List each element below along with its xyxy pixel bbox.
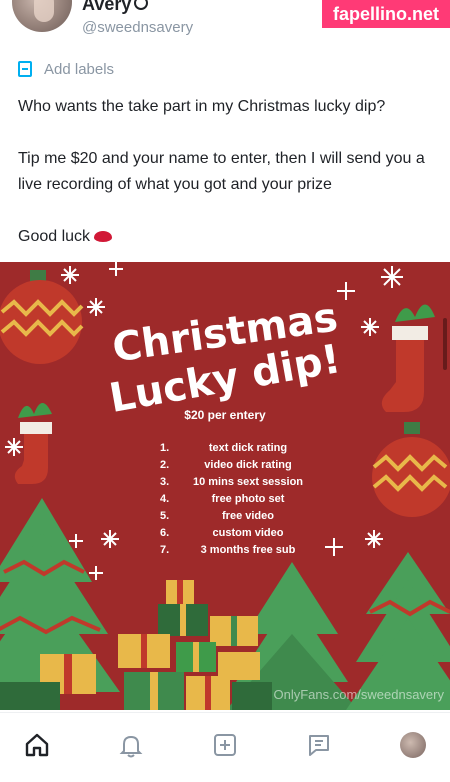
- author-display-name[interactable]: Avery: [82, 0, 131, 15]
- author-avatar[interactable]: [12, 0, 72, 32]
- author-handle[interactable]: @sweednsavery: [82, 19, 193, 36]
- image-watermark: OnlyFans.com/sweednsavery: [273, 687, 444, 702]
- prize-item: 7. 3 months free sub: [160, 544, 296, 556]
- add-post-icon[interactable]: [209, 729, 241, 761]
- post-body: Who wants the take part in my Christmas …: [18, 94, 438, 250]
- post-line-3-text: Good luck: [18, 228, 91, 245]
- messages-icon[interactable]: [303, 729, 335, 761]
- site-watermark: fapellino.net: [322, 0, 450, 28]
- notifications-icon[interactable]: [115, 729, 147, 761]
- prize-list: 1. text dick rating 2. video dick rating 3…: [160, 440, 310, 559]
- home-icon[interactable]: [21, 729, 53, 761]
- kiss-icon: [94, 231, 113, 243]
- scrollbar-thumb[interactable]: [443, 318, 447, 370]
- prize-item: 6. custom video: [160, 527, 284, 539]
- profile-avatar[interactable]: [397, 729, 429, 761]
- prize-item: 1. text dick rating: [160, 442, 288, 454]
- avatar: [400, 732, 426, 758]
- label-icon: [18, 61, 32, 77]
- prize-item: 4. free photo set: [160, 493, 285, 505]
- post-line-1: Who wants the take part in my Christmas …: [18, 98, 386, 115]
- prize-item: 5. free video: [160, 510, 274, 522]
- ornament-right-icon: [372, 422, 450, 517]
- image-price: $20 per entery: [184, 408, 266, 422]
- add-labels-button[interactable]: Add labels: [18, 58, 114, 80]
- bottom-nav: [0, 712, 450, 782]
- add-labels-text: Add labels: [44, 60, 115, 78]
- prize-item: 3. 10 mins sext session: [160, 476, 304, 488]
- post-line-3: Good luck: [18, 224, 438, 250]
- verified-icon: [134, 0, 148, 10]
- image-title: Christmas Lucky dip!: [0, 294, 450, 421]
- post-line-2: Tip me $20 and your name to enter, then …: [18, 150, 425, 193]
- prize-item: 2. video dick rating: [160, 459, 292, 471]
- post-image[interactable]: Christmas Lucky dip! $20 per entery 1. te…: [0, 262, 450, 710]
